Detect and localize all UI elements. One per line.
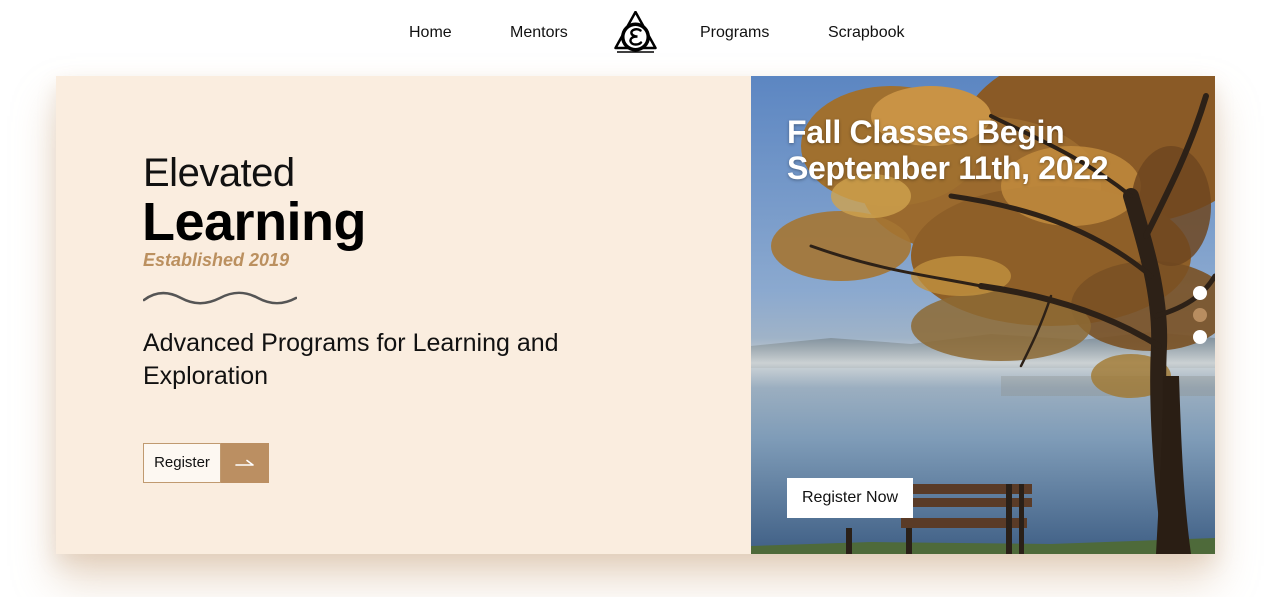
slide-title-line1: Fall Classes Begin [787,114,1065,150]
brand-title-main: Learning [142,192,367,252]
hero-text-panel: Elevated Learning Established 2019 Advan… [56,76,751,554]
register-now-button[interactable]: Register Now [787,478,913,518]
slider-dot-3[interactable] [1193,330,1207,344]
nav-home-link[interactable]: Home [409,23,452,43]
slide-title: Fall Classes Begin September 11th, 2022 [787,114,1187,186]
top-nav: Home Mentors Programs Scrapbook [0,0,1280,66]
register-button[interactable]: Register [143,443,269,483]
nav-scrapbook-link[interactable]: Scrapbook [828,23,905,43]
brand-title-top: Elevated [143,151,295,195]
established-text: Established 2019 [143,250,290,270]
hero-image-panel: Fall Classes Begin September 11th, 2022 … [751,76,1215,554]
arrow-right-icon[interactable] [221,443,269,483]
hero-tagline: Advanced Programs for Learning and Explo… [143,329,559,390]
slider-dot-1[interactable] [1193,286,1207,300]
slider-dot-2-active[interactable] [1193,308,1207,322]
slide-title-line2: September 11th, 2022 [787,150,1109,186]
nav-programs-link[interactable]: Programs [700,23,769,43]
slider-dots [1193,286,1207,352]
register-button-label[interactable]: Register [143,443,221,483]
wave-divider-icon [143,291,297,305]
hero-card: Elevated Learning Established 2019 Advan… [56,76,1215,554]
logo-icon[interactable] [613,10,658,54]
nav-mentors-link[interactable]: Mentors [510,23,568,43]
